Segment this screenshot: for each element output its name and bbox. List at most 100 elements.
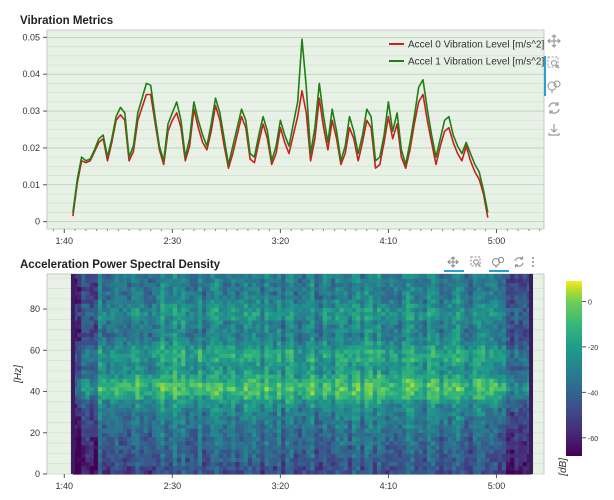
spectrogram-cell bbox=[306, 461, 311, 467]
spectrogram-cell bbox=[356, 365, 361, 371]
spectrogram-cell bbox=[93, 399, 99, 404]
spectrogram-cell bbox=[406, 361, 411, 367]
spectrogram-cell bbox=[81, 432, 87, 438]
spectrogram-cell bbox=[268, 374, 274, 379]
spectrogram-cell bbox=[485, 453, 490, 458]
spectrogram-cell bbox=[177, 415, 182, 421]
spectrogram-cell bbox=[439, 469, 445, 475]
spectrogram-cell bbox=[97, 394, 103, 400]
spectrogram-cell bbox=[322, 453, 328, 458]
spectrogram-cell bbox=[77, 365, 82, 371]
spectrogram-cell bbox=[393, 357, 399, 363]
spectrogram-cell bbox=[147, 453, 153, 458]
spectrogram-cell bbox=[193, 394, 199, 400]
spectrogram-cell bbox=[206, 315, 211, 321]
spectrogram-cell bbox=[277, 415, 282, 421]
spectrogram-cell bbox=[306, 303, 311, 308]
spectrogram-cell bbox=[447, 286, 453, 292]
spectrogram-cell bbox=[389, 415, 395, 421]
spectrogram-cell bbox=[85, 361, 91, 367]
spectrogram-cell bbox=[118, 382, 124, 388]
spectrogram-cell bbox=[281, 469, 286, 475]
spectrogram-cell bbox=[451, 369, 457, 375]
spectrogram-cell bbox=[447, 444, 453, 450]
spectrogram-cell bbox=[131, 365, 136, 371]
spectrogram-cell bbox=[172, 424, 178, 429]
spectrogram-cell bbox=[77, 361, 82, 367]
spectrogram-cell bbox=[185, 332, 191, 338]
spectrogram-cell bbox=[285, 419, 291, 425]
spectrogram-cell bbox=[139, 449, 145, 454]
spectrogram-cell bbox=[401, 336, 407, 342]
spectrogram-cell bbox=[439, 432, 445, 438]
spectrogram-cell bbox=[181, 324, 186, 329]
pan-icon[interactable] bbox=[547, 34, 561, 48]
spectrogram-cell bbox=[447, 361, 453, 367]
spectrogram-cell bbox=[147, 361, 153, 367]
spectrogram-cell bbox=[281, 411, 286, 417]
spectrogram-cell bbox=[231, 428, 236, 433]
spectrogram-cell bbox=[331, 369, 336, 375]
spectrogram-cell bbox=[252, 465, 257, 471]
spectrogram-cell bbox=[464, 290, 470, 296]
spectrogram-cell bbox=[139, 344, 145, 350]
psd-spectrogram[interactable] bbox=[70, 274, 534, 475]
spectrogram-cell bbox=[397, 461, 403, 467]
spectrogram-cell bbox=[156, 278, 161, 283]
spectrogram-cell bbox=[372, 353, 378, 358]
spectrogram-cell bbox=[335, 336, 341, 342]
spectrogram-cell bbox=[256, 403, 261, 408]
spectrogram-cell bbox=[152, 440, 157, 446]
spectrogram-cell bbox=[102, 399, 107, 404]
spectrogram-cell bbox=[202, 461, 207, 467]
save-icon[interactable] bbox=[548, 124, 560, 136]
spectrogram-cell bbox=[131, 407, 136, 413]
spectrogram-cell bbox=[318, 465, 324, 471]
spectrogram-cell bbox=[281, 319, 286, 325]
spectrogram-cell bbox=[318, 349, 324, 354]
spectrogram-cell bbox=[414, 286, 420, 292]
spectrogram-cell bbox=[351, 336, 357, 342]
spectrogram-cell bbox=[172, 332, 178, 338]
spectrogram-cell bbox=[435, 340, 441, 346]
spectrogram-cell bbox=[272, 315, 278, 321]
spectrogram-cell bbox=[252, 407, 257, 413]
spectrogram-cell bbox=[189, 374, 195, 379]
spectrogram-cell bbox=[189, 365, 195, 371]
spectrogram-cell bbox=[481, 349, 486, 354]
spectrogram-cell bbox=[306, 453, 311, 458]
reset-icon[interactable] bbox=[548, 102, 560, 114]
spectrogram-cell bbox=[89, 328, 95, 333]
spectrogram-cell bbox=[135, 382, 141, 388]
spectrogram-cell bbox=[222, 324, 228, 329]
spectrogram-cell bbox=[268, 382, 274, 388]
spectrogram-cell bbox=[131, 394, 136, 400]
spectrogram-cell bbox=[293, 394, 299, 400]
spectrogram-cell bbox=[281, 415, 286, 421]
spectrogram-cell bbox=[418, 444, 424, 450]
spectrogram-cell bbox=[476, 353, 482, 358]
spectrogram-cell bbox=[93, 453, 99, 458]
spectrogram-cell bbox=[335, 378, 341, 383]
spectrogram-cell bbox=[177, 286, 182, 292]
spectrogram-cell bbox=[189, 349, 195, 354]
box-zoom-icon[interactable] bbox=[547, 56, 560, 69]
spectrogram-cell bbox=[356, 386, 361, 392]
spectrogram-cell bbox=[376, 307, 382, 313]
spectrogram-cell bbox=[243, 436, 249, 442]
spectrogram-cell bbox=[481, 378, 486, 383]
wheel-zoom-icon[interactable] bbox=[547, 80, 561, 93]
spectrogram-cell bbox=[239, 332, 245, 338]
spectrogram-cell bbox=[139, 319, 145, 325]
spectrogram-cell bbox=[293, 340, 299, 346]
spectrogram-cell bbox=[376, 382, 382, 388]
spectrogram-cell bbox=[143, 278, 149, 283]
spectrogram-cell bbox=[389, 378, 395, 383]
spectrogram-cell bbox=[114, 336, 120, 342]
spectrogram-cell bbox=[193, 328, 199, 333]
spectrogram-cell bbox=[401, 449, 407, 454]
spectrogram-cell bbox=[264, 319, 270, 325]
spectrogram-cell bbox=[472, 311, 478, 317]
spectrogram-cell bbox=[381, 386, 386, 392]
spectrogram-cell bbox=[277, 386, 282, 392]
